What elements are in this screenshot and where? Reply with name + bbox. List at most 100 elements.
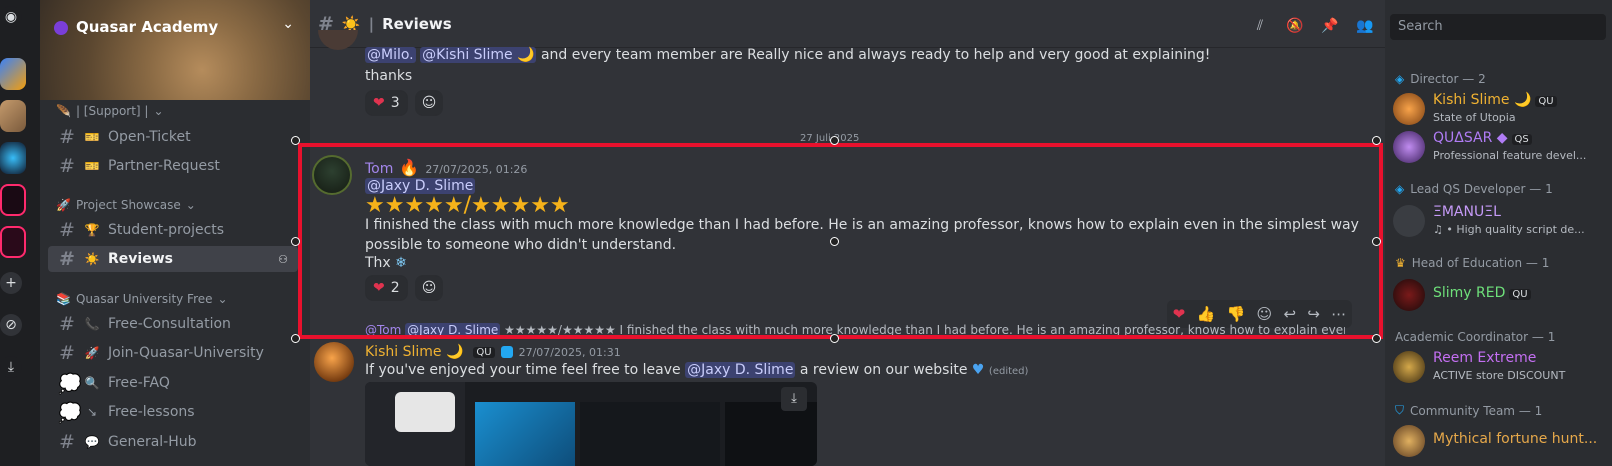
rocket-icon: 🚀 — [84, 346, 100, 360]
add-reaction-icon[interactable]: ☺ — [1257, 305, 1273, 323]
avatar — [1393, 131, 1425, 163]
add-server-icon[interactable]: + — [0, 272, 22, 294]
server-tag[interactable]: QU — [473, 346, 495, 358]
message-text: I finished the class with much more know… — [365, 217, 1359, 253]
attachment-image[interactable]: ⤓ — [365, 382, 817, 466]
heart-icon: ❤ — [373, 95, 385, 111]
category-support[interactable]: 🪶 | [Support] | ⌄ — [56, 104, 164, 118]
member-item[interactable]: Mythical fortune hunt... — [1393, 424, 1612, 466]
download-icon[interactable]: ⤓ — [0, 356, 22, 378]
member-list: ◈ Director — 2 Kishi Slime 🌙 QU State of … — [1385, 0, 1612, 466]
member-item[interactable]: ΞMANUΞL ♫ • High quality script de... — [1393, 204, 1612, 246]
chevron-down-icon: ⌄ — [153, 104, 164, 118]
server-icon-4[interactable] — [0, 184, 26, 216]
channel-open-ticket[interactable]: # 🎫 Open-Ticket — [48, 124, 298, 150]
magnifier-icon: 🔍 — [84, 376, 100, 390]
add-reaction-button[interactable]: ☺ — [415, 275, 443, 301]
ticket-icon: 🎫 — [84, 159, 100, 173]
resize-handle[interactable] — [830, 334, 839, 343]
server-icon-2[interactable] — [0, 100, 26, 132]
channel-general-hub[interactable]: # 💬 General-Hub — [48, 429, 298, 455]
explore-icon[interactable]: ⊘ — [0, 314, 22, 336]
resize-handle[interactable] — [291, 237, 300, 246]
chevron-down-icon: ⌄ — [217, 292, 228, 306]
resize-handle[interactable] — [830, 136, 839, 145]
channel-list: Quasar Academy ⌄ 🪶 | [Support] | ⌄ # 🎫 O… — [40, 0, 310, 466]
channel-free-consultation[interactable]: # 📞 Free-Consultation — [48, 311, 298, 337]
member-item[interactable]: Kishi Slime 🌙 QU State of Utopia — [1393, 92, 1612, 134]
member-status: ACTIVE store DISCOUNT — [1433, 369, 1566, 382]
author-name[interactable]: Kishi Slime 🌙 — [365, 344, 463, 360]
discord-home-icon[interactable]: ◉ — [0, 6, 22, 28]
chat-area: # ☀️ | Reviews ⫽ 🔕 📌 👥 @Milo. @Kishi Sli… — [310, 0, 1385, 466]
channel-free-lessons[interactable]: 💭 ↘ Free-lessons — [48, 399, 298, 425]
smiley-icon: ☺ — [421, 95, 437, 111]
chevron-down-icon: ⌄ — [185, 198, 196, 212]
reaction-heart[interactable]: ❤ 3 — [365, 90, 408, 116]
author-name[interactable]: Tom — [365, 161, 393, 177]
member-name: Kishi Slime 🌙 QU — [1433, 92, 1557, 108]
server-icon-5[interactable] — [0, 226, 26, 258]
chevron-down-icon[interactable]: ⌄ — [282, 16, 294, 32]
notification-mute-icon[interactable]: 🔕 — [1285, 18, 1305, 38]
books-icon: 📚 — [56, 292, 71, 306]
crown-icon: ♛ — [1395, 256, 1406, 270]
role-icon: ◈ — [1395, 182, 1405, 196]
message-header: Kishi Slime 🌙 QU 27/07/2025, 01:31 — [365, 344, 621, 360]
resize-handle[interactable] — [1372, 136, 1381, 145]
message-text: If you've enjoyed your time feel free to… — [365, 362, 1029, 378]
message-text: thanks — [365, 68, 413, 84]
phone-icon: 📞 — [84, 317, 100, 331]
heart-reaction-icon[interactable]: ❤ — [1173, 305, 1186, 323]
channel-partner-request[interactable]: # 🎫 Partner-Request — [48, 153, 298, 179]
category-project-showcase[interactable]: 🚀 Project Showcase ⌄ — [56, 198, 196, 212]
channel-join-quasar-university[interactable]: # 🚀 Join-Quasar-University — [48, 340, 298, 366]
resize-handle[interactable] — [1372, 237, 1381, 246]
member-item[interactable]: QUΔSAR ◆ QS Professional feature devel... — [1393, 130, 1612, 172]
add-member-icon[interactable]: ⚇ — [278, 253, 288, 266]
member-item[interactable]: Reem Extreme ACTIVE store DISCOUNT — [1393, 350, 1612, 392]
threads-icon[interactable]: ⫽ — [1250, 18, 1270, 38]
channel-student-projects[interactable]: # 🏆 Student-projects — [48, 217, 298, 243]
member-item[interactable]: Slimy RED QU — [1393, 278, 1612, 320]
blue-heart-icon: ♥ — [971, 362, 985, 378]
reaction-heart[interactable]: ❤ 2 — [365, 275, 408, 301]
member-name: QUΔSAR ◆ QS — [1433, 130, 1532, 146]
reply-preview[interactable]: @Tom @Jaxy D. Slime ★★★★★/★★★★★ I finish… — [365, 323, 1345, 337]
hash-icon: # — [59, 248, 75, 270]
server-icon-1[interactable] — [0, 58, 26, 90]
category-quasar-university[interactable]: 📚 Quasar University Free ⌄ — [56, 292, 228, 306]
reply-icon[interactable]: ↩ — [1284, 305, 1297, 323]
pin-icon[interactable]: 📌 — [1320, 18, 1340, 38]
member-list-icon[interactable]: 👥 — [1355, 18, 1375, 38]
emoji-icon: ❄ — [395, 255, 407, 271]
avatar[interactable] — [312, 155, 352, 195]
server-header[interactable]: Quasar Academy ⌄ — [40, 0, 310, 100]
hash-icon: # — [59, 342, 75, 364]
search-input[interactable]: Search — [1390, 14, 1606, 40]
resize-handle[interactable] — [830, 237, 839, 246]
role-header: ◈ Lead QS Developer — 1 — [1395, 182, 1553, 196]
channel-free-faq[interactable]: 💭 🔍 Free-FAQ — [48, 370, 298, 396]
feather-icon: 🪶 — [56, 104, 71, 118]
download-icon[interactable]: ⤓ — [781, 387, 807, 411]
more-icon[interactable]: ⋯ — [1331, 305, 1346, 323]
forward-icon[interactable]: ↪ — [1307, 305, 1320, 323]
role-header: ♛ Head of Education — 1 — [1395, 256, 1550, 270]
heart-icon: ❤ — [373, 280, 385, 296]
resize-handle[interactable] — [1372, 334, 1381, 343]
ticket-icon: 🎫 — [84, 130, 100, 144]
role-header: ⛉ Community Team — 1 — [1395, 403, 1543, 418]
smiley-icon: ☺ — [421, 280, 437, 296]
avatar[interactable] — [314, 342, 354, 382]
thumbs-down-icon[interactable]: 👎 — [1227, 305, 1246, 323]
thumbs-up-icon[interactable]: 👍 — [1197, 305, 1216, 323]
channel-reviews[interactable]: # ☀️ Reviews ⚇ — [48, 246, 298, 272]
server-icon-3[interactable] — [0, 142, 26, 174]
resize-handle[interactable] — [291, 334, 300, 343]
role-icon: ◈ — [1395, 72, 1405, 86]
add-reaction-button[interactable]: ☺ — [415, 90, 443, 116]
resize-handle[interactable] — [291, 136, 300, 145]
server-logo-icon — [54, 21, 68, 35]
member-status: ♫ • High quality script de... — [1433, 223, 1585, 236]
